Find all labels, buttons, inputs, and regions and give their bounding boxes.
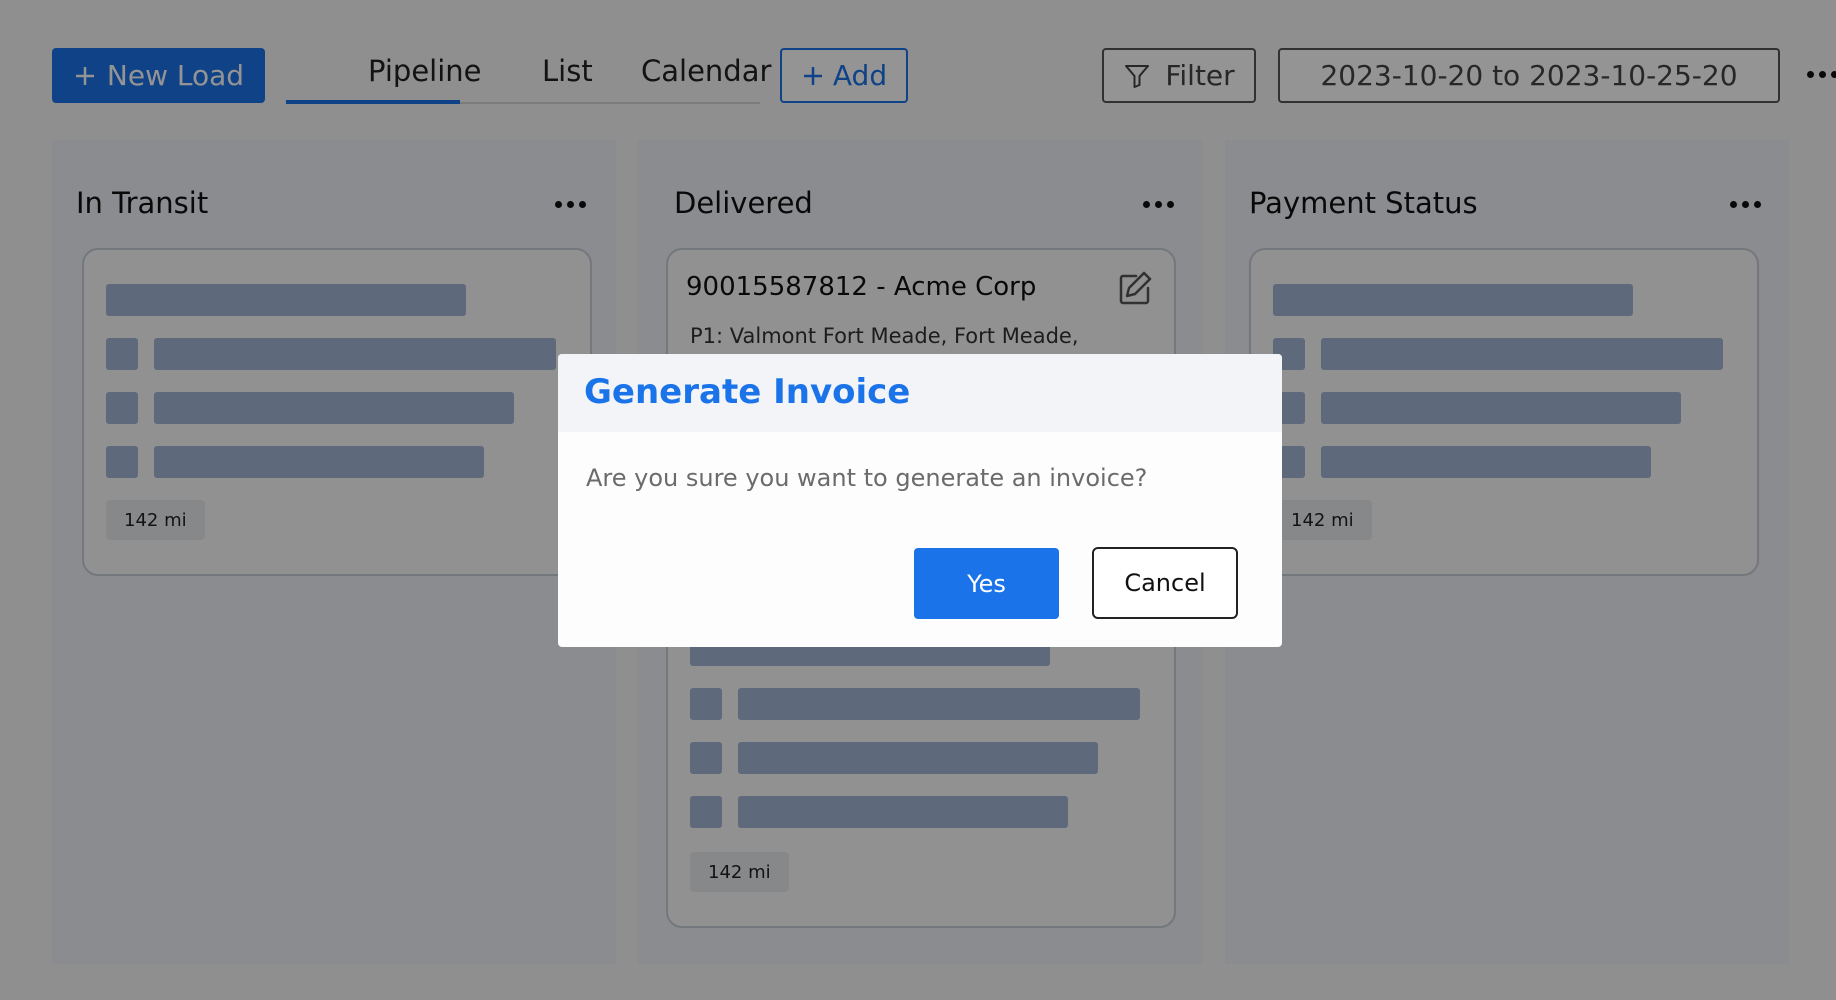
cancel-button[interactable]: Cancel [1092,547,1238,619]
dialog-title: Generate Invoice [584,372,911,412]
yes-button[interactable]: Yes [914,548,1059,619]
dialog-header: Generate Invoice [558,354,1282,432]
generate-invoice-dialog: Generate Invoice Are you sure you want t… [558,354,1282,647]
dialog-message: Are you sure you want to generate an inv… [586,464,1148,492]
